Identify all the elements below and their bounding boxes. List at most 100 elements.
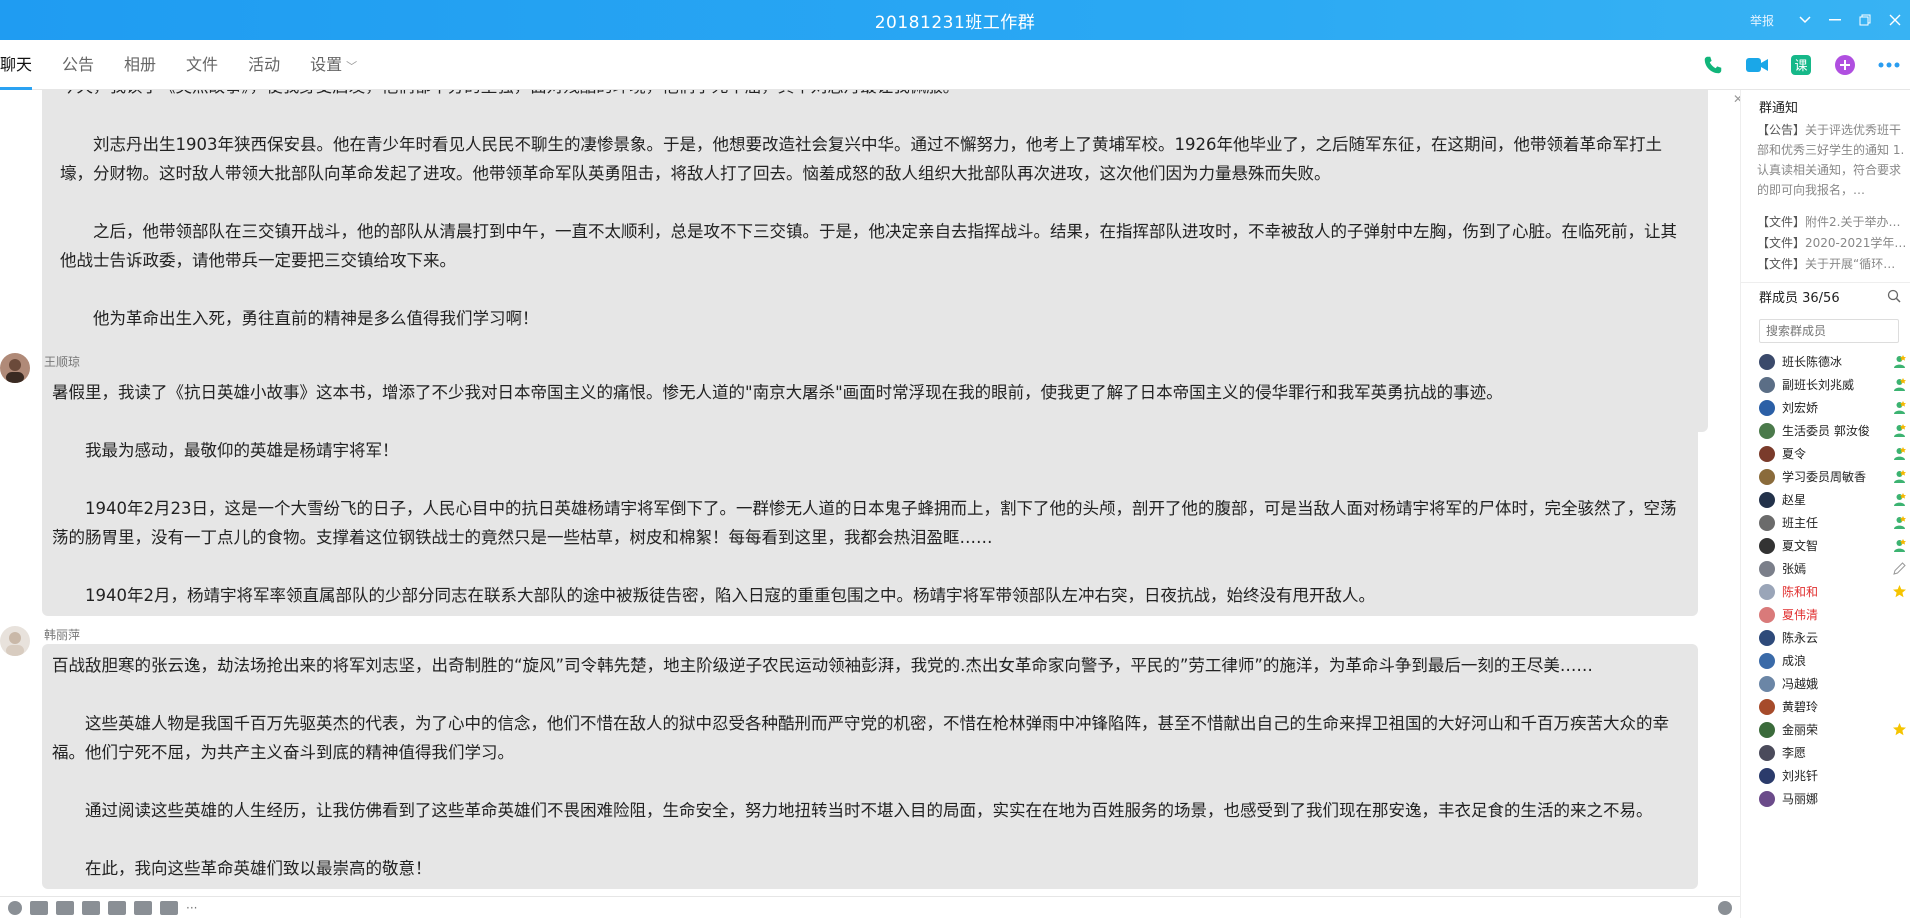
- announcement-tag: 【公告】: [1757, 123, 1806, 137]
- folder-icon[interactable]: [82, 900, 100, 915]
- file-name: 附件2.关于举办…: [1805, 215, 1901, 229]
- restore-icon[interactable]: [1850, 0, 1880, 40]
- admin-badge-icon: [1892, 354, 1907, 369]
- member-item[interactable]: 刘宏娇: [1759, 396, 1909, 419]
- message-paragraph: 他为革命出生入死，勇往直前的精神是多么值得我们学习啊！: [93, 309, 539, 328]
- member-name: 刘宏娇: [1782, 401, 1819, 415]
- star-icon: [1892, 584, 1907, 599]
- window-controls: 举报: [1750, 0, 1910, 40]
- tab-announcement[interactable]: 公告: [62, 40, 94, 90]
- member-item[interactable]: 班长陈德冰: [1759, 350, 1909, 373]
- sender-name[interactable]: 韩丽萍: [44, 626, 80, 643]
- tab-settings[interactable]: 设置 ﹀: [310, 40, 357, 90]
- member-name: 李愿: [1782, 746, 1807, 760]
- member-item[interactable]: 刘兆钎: [1759, 764, 1909, 787]
- member-item[interactable]: 李愿: [1759, 741, 1909, 764]
- course-icon[interactable]: 课: [1788, 52, 1814, 78]
- search-icon[interactable]: [1887, 288, 1901, 307]
- member-item[interactable]: 黄碧玲: [1759, 695, 1909, 718]
- history-icon[interactable]: [1718, 900, 1732, 915]
- announcement-item[interactable]: 【公告】关于评选优秀班干部和优秀三好学生的通知 1.认真读相关通知，符合要求的即…: [1757, 120, 1907, 200]
- member-item[interactable]: 学习委员周敏香: [1759, 465, 1909, 488]
- message-paragraph: 刘志丹出生1903年狭西保安县。他在青少年时看见人民民不聊生的凄惨景象。于是，他…: [60, 135, 1662, 183]
- tab-chat[interactable]: 聊天: [0, 40, 33, 90]
- avatar: [1759, 698, 1775, 715]
- file-item[interactable]: 【文件】附件2.关于举办…: [1757, 212, 1907, 233]
- mic-icon[interactable]: [160, 900, 178, 915]
- tab-activity[interactable]: 活动: [248, 40, 280, 90]
- member-name: 夏文智: [1782, 539, 1819, 553]
- avatar[interactable]: [0, 353, 30, 383]
- admin-badge-icon: [1892, 400, 1907, 415]
- divider: [1741, 282, 1910, 283]
- avatar: [1759, 652, 1775, 669]
- report-link[interactable]: 举报: [1750, 12, 1774, 29]
- members-title: 群成员 36/56: [1759, 291, 1840, 306]
- member-item[interactable]: 冯越娥: [1759, 672, 1909, 695]
- avatar: [1759, 376, 1775, 393]
- member-name: 成浪: [1782, 654, 1807, 668]
- member-name: 班长陈德冰: [1782, 355, 1843, 369]
- message-bubble: 百战敌胆寒的张云逸，劫法场抢出来的将军刘志坚，出奇制胜的“旋风”司令韩先楚，地主…: [42, 644, 1698, 889]
- message-paragraph: 我最为感动，最敬仰的英雄是杨靖宇将军！: [85, 441, 399, 460]
- gallery-icon[interactable]: [134, 900, 152, 915]
- more-icon[interactable]: [1876, 52, 1902, 78]
- member-item[interactable]: 生活委员 郭汝俊: [1759, 419, 1909, 442]
- member-item[interactable]: 班主任: [1759, 511, 1909, 534]
- phone-icon[interactable]: [1700, 52, 1726, 78]
- chat-message-area[interactable]: 今天，我读了《英烈故事》，使我身受启发，他们都十分的坚强，面对残酷的环境，他们宁…: [0, 90, 1740, 896]
- emoji-icon[interactable]: [8, 900, 22, 915]
- file-item[interactable]: 【文件】2020-2021学年…: [1757, 233, 1907, 254]
- member-item[interactable]: 夏伟清: [1759, 603, 1909, 626]
- more-tools-icon[interactable]: ···: [186, 901, 204, 915]
- chevron-down-icon: ﹀: [346, 59, 358, 73]
- member-name: 张嫣: [1782, 562, 1807, 576]
- member-name: 赵星: [1782, 493, 1807, 507]
- chat-message: 韩丽萍 百战敌胆寒的张云逸，劫法场抢出来的将军刘志坚，出奇制胜的“旋风”司令韩先…: [0, 626, 1720, 896]
- member-item[interactable]: 金丽荣: [1759, 718, 1909, 741]
- member-name: 陈和和: [1782, 585, 1819, 599]
- avatar[interactable]: [0, 626, 30, 656]
- add-app-icon[interactable]: [1832, 52, 1858, 78]
- sender-name[interactable]: 王顺琼: [44, 353, 80, 370]
- admin-badge-icon: [1892, 492, 1907, 507]
- member-item[interactable]: 成浪: [1759, 649, 1909, 672]
- star-icon: [1892, 722, 1907, 737]
- image-icon[interactable]: [108, 900, 126, 915]
- admin-badge-icon: [1892, 538, 1907, 553]
- member-name: 夏伟清: [1782, 608, 1819, 622]
- video-icon[interactable]: [1744, 52, 1770, 78]
- dropdown-icon[interactable]: [1790, 0, 1820, 40]
- group-side-panel: 群通知 【公告】关于评选优秀班干部和优秀三好学生的通知 1.认真读相关通知，符合…: [1740, 90, 1910, 918]
- member-search-input[interactable]: [1759, 319, 1899, 343]
- gif-icon[interactable]: [30, 900, 48, 915]
- screenshot-icon[interactable]: [56, 900, 74, 915]
- close-icon[interactable]: [1880, 0, 1910, 40]
- admin-badge-icon: [1892, 446, 1907, 461]
- member-item[interactable]: 马丽娜: [1759, 787, 1909, 810]
- minimize-icon[interactable]: [1820, 0, 1850, 40]
- tab-album[interactable]: 相册: [124, 40, 156, 90]
- member-name: 副班长刘兆威: [1782, 378, 1855, 392]
- member-item[interactable]: 张嫣: [1759, 557, 1909, 580]
- admin-badge-icon: [1892, 423, 1907, 438]
- member-name: 生活委员 郭汝俊: [1782, 424, 1870, 438]
- message-paragraph: 之后，他带领部队在三交镇开战斗，他的部队从清晨打到中午，一直不太顺利，总是攻不下…: [60, 222, 1677, 270]
- member-item[interactable]: 陈永云: [1759, 626, 1909, 649]
- message-bubble: 暑假里，我读了《抗日英雄小故事》这本书，增添了不少我对日本帝国主义的痛恨。惨无人…: [42, 371, 1698, 616]
- member-item[interactable]: 夏文智: [1759, 534, 1909, 557]
- chat-tools: 课: [1682, 40, 1902, 90]
- tab-files[interactable]: 文件: [186, 40, 218, 90]
- avatar: [1759, 353, 1775, 370]
- avatar: [1759, 399, 1775, 416]
- member-item[interactable]: 夏令: [1759, 442, 1909, 465]
- file-item[interactable]: 【文件】关于开展“循环…: [1757, 254, 1907, 275]
- member-name: 学习委员周敏香: [1782, 470, 1867, 484]
- member-item[interactable]: 副班长刘兆威: [1759, 373, 1909, 396]
- member-name: 马丽娜: [1782, 792, 1819, 806]
- member-item[interactable]: 陈和和: [1759, 580, 1909, 603]
- message-paragraph: 在此，我向这些革命英雄们致以最崇高的敬意！: [85, 859, 432, 878]
- input-toolbar: ···: [0, 896, 1740, 918]
- avatar: [1759, 468, 1775, 485]
- member-item[interactable]: 赵星: [1759, 488, 1909, 511]
